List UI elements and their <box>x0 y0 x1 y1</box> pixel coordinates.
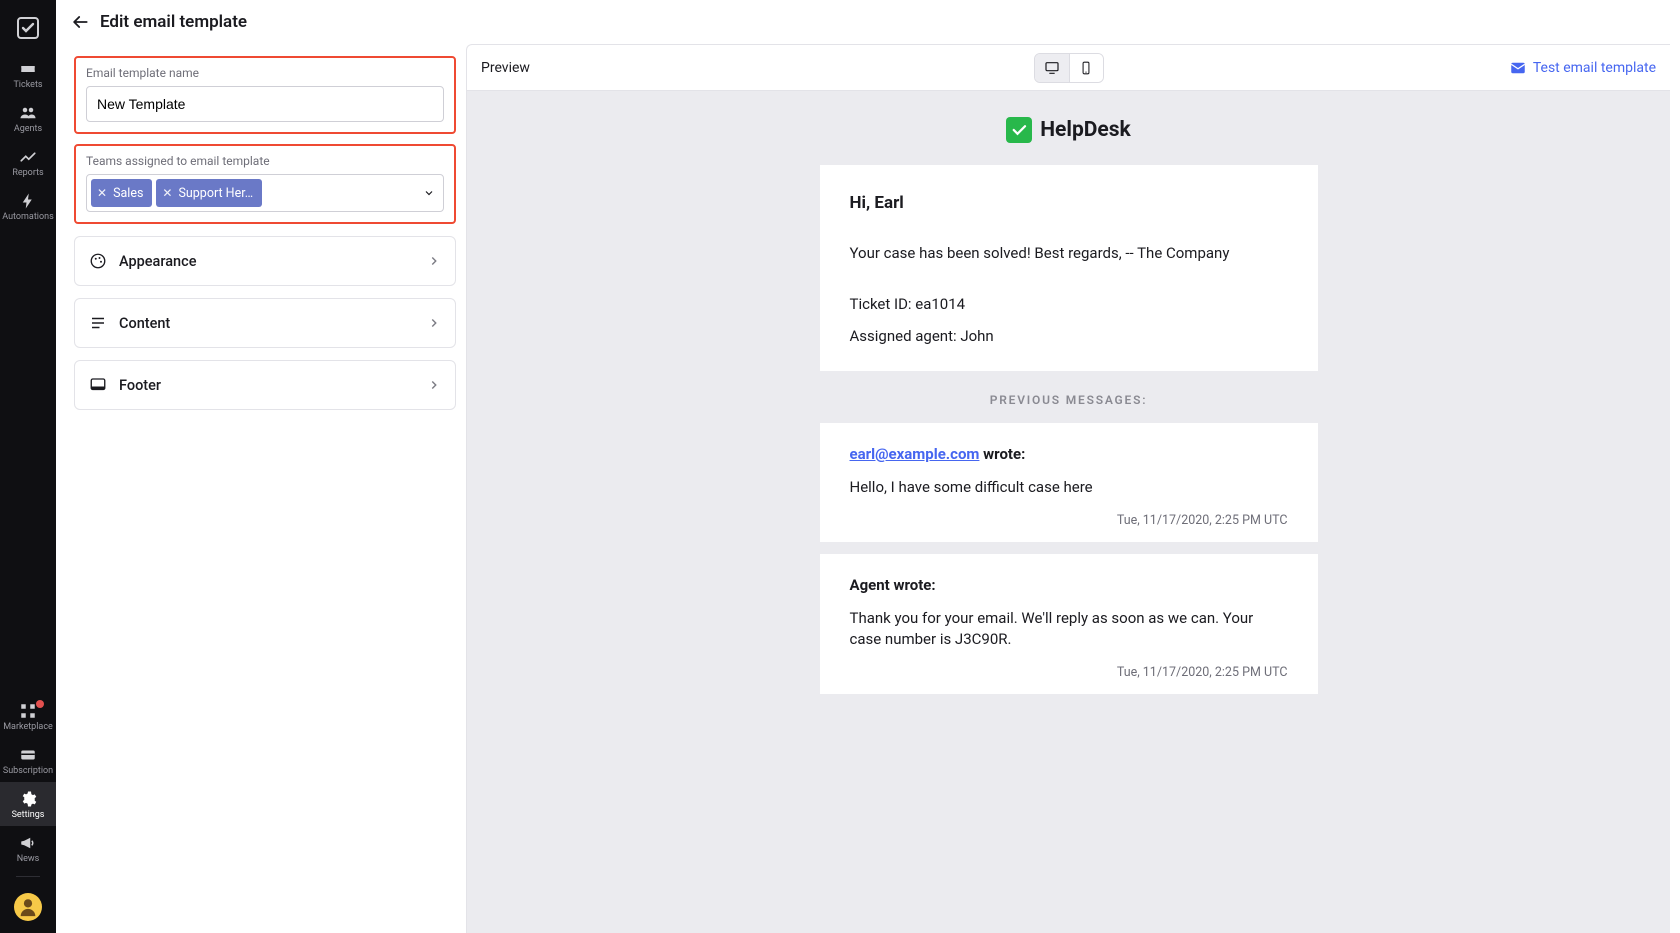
nav-automations[interactable]: Automations <box>0 184 56 228</box>
email-greeting: Hi, Earl <box>850 193 1288 213</box>
content-icon <box>89 314 107 332</box>
chip-label: Support Her… <box>178 186 253 201</box>
nav-label: Agents <box>14 125 42 134</box>
remove-chip-icon[interactable]: ✕ <box>162 186 172 200</box>
test-email-link[interactable]: Test email template <box>1509 59 1656 77</box>
template-name-group: Email template name <box>74 56 456 134</box>
email-body-text: Your case has been solved! Best regards,… <box>850 243 1288 265</box>
nav-label: Subscription <box>3 767 53 776</box>
section-label: Content <box>119 315 427 332</box>
gear-icon <box>19 790 37 808</box>
viewport-desktop-button[interactable] <box>1035 54 1069 82</box>
section-content[interactable]: Content <box>74 298 456 348</box>
nav-label: Settings <box>12 811 45 820</box>
topbar: Edit email template <box>56 0 1680 44</box>
megaphone-icon <box>19 834 37 852</box>
divider <box>16 876 40 877</box>
brand-name: HelpDesk <box>1040 118 1131 142</box>
field-label: Teams assigned to email template <box>86 154 444 168</box>
preview-body: HelpDesk Hi, Earl Your case has been sol… <box>467 91 1670 933</box>
nav-settings[interactable]: Settings <box>0 782 56 826</box>
arrow-left-icon <box>70 12 90 32</box>
assigned-agent-line: Assigned agent: John <box>850 327 1288 345</box>
chip-label: Sales <box>113 186 143 201</box>
back-button[interactable] <box>66 8 94 36</box>
nav-label: Marketplace <box>3 723 53 732</box>
test-email-label: Test email template <box>1533 60 1656 76</box>
remove-chip-icon[interactable]: ✕ <box>97 186 107 200</box>
user-avatar[interactable] <box>14 893 42 921</box>
message-from: earl@example.com wrote: <box>850 445 1288 463</box>
nav-label: Reports <box>12 169 43 178</box>
nav-marketplace[interactable]: Marketplace <box>0 694 56 738</box>
agents-icon <box>19 104 37 122</box>
mobile-icon <box>1079 60 1093 76</box>
section-label: Footer <box>119 377 427 394</box>
field-label: Email template name <box>86 66 444 80</box>
preview-header: Preview Test email template <box>467 45 1670 91</box>
chevron-right-icon <box>427 378 441 392</box>
nav-subscription[interactable]: Subscription <box>0 738 56 782</box>
brand-mark-icon <box>1006 117 1032 143</box>
chevron-right-icon <box>427 316 441 330</box>
message-from: Agent wrote: <box>850 576 1288 594</box>
viewport-mobile-button[interactable] <box>1069 54 1103 82</box>
section-footer[interactable]: Footer <box>74 360 456 410</box>
reports-icon <box>19 148 37 166</box>
chevron-right-icon <box>427 254 441 268</box>
mail-icon <box>1509 59 1527 77</box>
previous-message: earl@example.com wrote: Hello, I have so… <box>820 423 1318 542</box>
brand-logo: HelpDesk <box>1006 117 1131 143</box>
message-timestamp: Tue, 11/17/2020, 2:25 PM UTC <box>850 513 1288 528</box>
previous-messages-label: PREVIOUS MESSAGES: <box>990 393 1148 407</box>
chevron-down-icon <box>423 187 435 199</box>
apps-icon <box>19 702 37 720</box>
nav-news[interactable]: News <box>0 826 56 870</box>
nav-agents[interactable]: Agents <box>0 96 56 140</box>
message-from-email[interactable]: earl@example.com <box>850 445 980 463</box>
template-name-input[interactable] <box>86 86 444 122</box>
message-from-suffix: wrote: <box>979 445 1025 463</box>
footer-icon <box>89 376 107 394</box>
settings-panel: Email template name Teams assigned to em… <box>56 44 466 933</box>
card-icon <box>19 746 37 764</box>
team-chip: ✕ Sales <box>91 179 152 207</box>
section-appearance[interactable]: Appearance <box>74 236 456 286</box>
ticket-id-line: Ticket ID: ea1014 <box>850 295 1288 313</box>
nav-label: Automations <box>2 213 53 222</box>
notification-badge <box>36 700 44 708</box>
previous-message: Agent wrote: Thank you for your email. W… <box>820 554 1318 695</box>
nav-label: News <box>17 855 40 864</box>
nav-reports[interactable]: Reports <box>0 140 56 184</box>
desktop-icon <box>1044 60 1060 76</box>
message-body: Hello, I have some difficult case here <box>850 477 1288 499</box>
palette-icon <box>89 252 107 270</box>
team-chip: ✕ Support Her… <box>156 179 262 207</box>
message-body: Thank you for your email. We'll reply as… <box>850 608 1288 652</box>
main: Edit email template Email template name … <box>56 0 1680 933</box>
ticket-icon <box>19 60 37 78</box>
message-timestamp: Tue, 11/17/2020, 2:25 PM UTC <box>850 665 1288 680</box>
page-title: Edit email template <box>100 12 247 32</box>
section-label: Appearance <box>119 253 427 270</box>
nav-label: Tickets <box>13 81 42 90</box>
teams-group: Teams assigned to email template ✕ Sales… <box>74 144 456 224</box>
preview-title: Preview <box>481 60 530 76</box>
sidebar: Tickets Agents Reports Automations Marke… <box>0 0 56 933</box>
email-body-card: Hi, Earl Your case has been solved! Best… <box>820 165 1318 371</box>
nav-tickets[interactable]: Tickets <box>0 52 56 96</box>
teams-multiselect[interactable]: ✕ Sales ✕ Support Her… <box>86 174 444 212</box>
bolt-icon <box>19 192 37 210</box>
viewport-toggle <box>1034 53 1104 83</box>
preview-panel: Preview Test email template <box>466 44 1670 933</box>
app-logo <box>16 16 40 40</box>
